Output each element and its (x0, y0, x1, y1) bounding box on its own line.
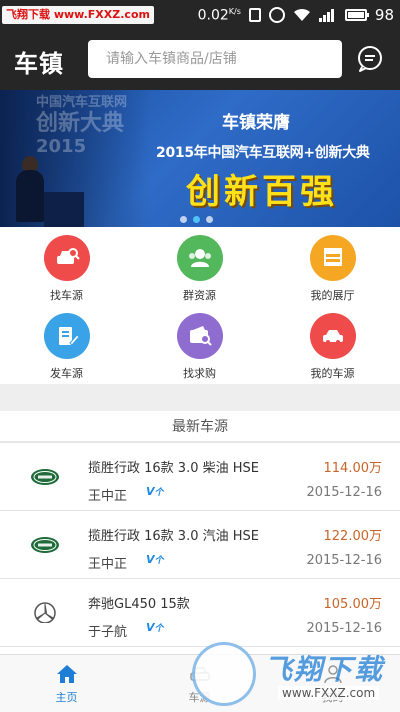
verified-icon: V个 (146, 621, 164, 634)
watermark-logo-icon (192, 642, 256, 706)
watermark-text: 飞翔下载 (264, 653, 385, 686)
banner-ghost-line3: 2015 (36, 136, 87, 157)
promo-banner[interactable]: 中国汽车互联网 创新大典 2015 车镇荣膺 2015年中国汽车互联网+创新大典… (0, 90, 400, 227)
home-icon (56, 665, 77, 683)
quick-links-grid: 找车源 群资源 我的展厅 发车源 找求购 我的车源 (0, 227, 400, 384)
status-icons: 0.02K/s 98 (198, 0, 394, 30)
listing-row[interactable]: 揽胜行政 16款 3.0 柴油 HSE 114.00万 王中正 V个 2015-… (0, 443, 400, 511)
network-speed: 0.02K/s (197, 6, 241, 24)
group-icon (176, 235, 223, 281)
status-bar: 飞翔下载 www.FXXZ.com 0.02K/s 98 (0, 0, 400, 30)
battery-percent: 98 (374, 6, 394, 24)
car-search-icon (43, 235, 90, 281)
quick-link-label: 我的展厅 (310, 289, 355, 302)
wifi-icon (293, 8, 310, 21)
quick-link-buy-requests[interactable]: 找求购 (133, 305, 266, 383)
site-watermark: 飞翔下载 www.FXXZ.com (180, 636, 400, 712)
latest-listings-title: 最新车源 (0, 411, 400, 443)
alarm-icon (268, 7, 285, 23)
quick-link-label: 发车源 (50, 367, 83, 380)
carousel-dot[interactable] (180, 216, 187, 223)
quick-link-group[interactable]: 群资源 (133, 227, 266, 305)
listing-price: 122.00万 (323, 529, 383, 544)
banner-subtitle: 2015年中国汽车互联网+创新大典 (156, 145, 370, 161)
listing-price: 114.00万 (323, 461, 383, 476)
quick-link-my-cars[interactable]: 我的车源 (266, 305, 399, 383)
message-icon[interactable] (356, 45, 384, 73)
quick-link-label: 找车源 (50, 289, 83, 302)
listing-title: 揽胜行政 16款 3.0 汽油 HSE (88, 529, 259, 544)
listing-seller: 王中正 (88, 489, 128, 504)
listing-title: 奔驰GL450 15款 (88, 597, 190, 612)
quick-link-label: 找求购 (183, 367, 216, 380)
verified-icon: V个 (146, 485, 164, 498)
carousel-dot[interactable] (206, 216, 213, 223)
land-rover-logo (31, 469, 59, 485)
listing-date: 2015-12-16 (306, 553, 382, 568)
watermark-badge: 飞翔下载 www.FXXZ.com (2, 6, 154, 24)
search-input[interactable]: 请输入车镇商品/店铺 (88, 40, 342, 78)
battery-icon (344, 9, 369, 21)
banner-headline: 创新百强 (186, 172, 338, 212)
listing-title: 揽胜行政 16款 3.0 柴油 HSE (88, 461, 259, 476)
quick-link-post-car[interactable]: 发车源 (0, 305, 133, 383)
banner-ghost-line1: 中国汽车互联网 (36, 95, 128, 110)
signal-icon (318, 8, 337, 22)
listing-seller: 王中正 (88, 557, 128, 572)
quick-link-label: 我的车源 (310, 367, 355, 380)
section-divider (0, 384, 400, 411)
vibrate-icon (248, 8, 261, 22)
edit-icon (43, 313, 90, 359)
car-icon (309, 313, 356, 359)
banner-title: 车镇荣膺 (222, 113, 290, 133)
tab-label: 主页 (55, 691, 78, 704)
listing-row[interactable]: 揽胜行政 16款 3.0 汽油 HSE 122.00万 王中正 V个 2015-… (0, 511, 400, 579)
quick-link-showroom[interactable]: 我的展厅 (266, 227, 399, 305)
wallet-search-icon (176, 313, 223, 359)
mercedes-logo (34, 602, 56, 623)
showroom-icon (309, 235, 356, 281)
listing-date: 2015-12-16 (306, 621, 382, 636)
land-rover-logo (31, 537, 59, 553)
listing-list: 揽胜行政 16款 3.0 柴油 HSE 114.00万 王中正 V个 2015-… (0, 443, 400, 647)
verified-icon: V个 (146, 553, 164, 566)
quick-link-find-car[interactable]: 找车源 (0, 227, 133, 305)
top-nav: 车镇 请输入车镇商品/店铺 (0, 30, 400, 90)
listing-price: 105.00万 (323, 597, 383, 612)
quick-link-label: 群资源 (183, 289, 216, 302)
carousel-dot[interactable] (193, 216, 200, 223)
watermark-url: www.FXXZ.com (278, 686, 380, 700)
app-logo[interactable]: 车镇 (14, 44, 64, 79)
banner-ghost-line2: 创新大典 (36, 111, 125, 136)
listing-date: 2015-12-16 (306, 485, 382, 500)
carousel-dots[interactable] (180, 216, 213, 223)
listing-seller: 于子航 (88, 625, 128, 640)
tab-home[interactable]: 主页 (0, 655, 133, 712)
podium (44, 192, 84, 227)
